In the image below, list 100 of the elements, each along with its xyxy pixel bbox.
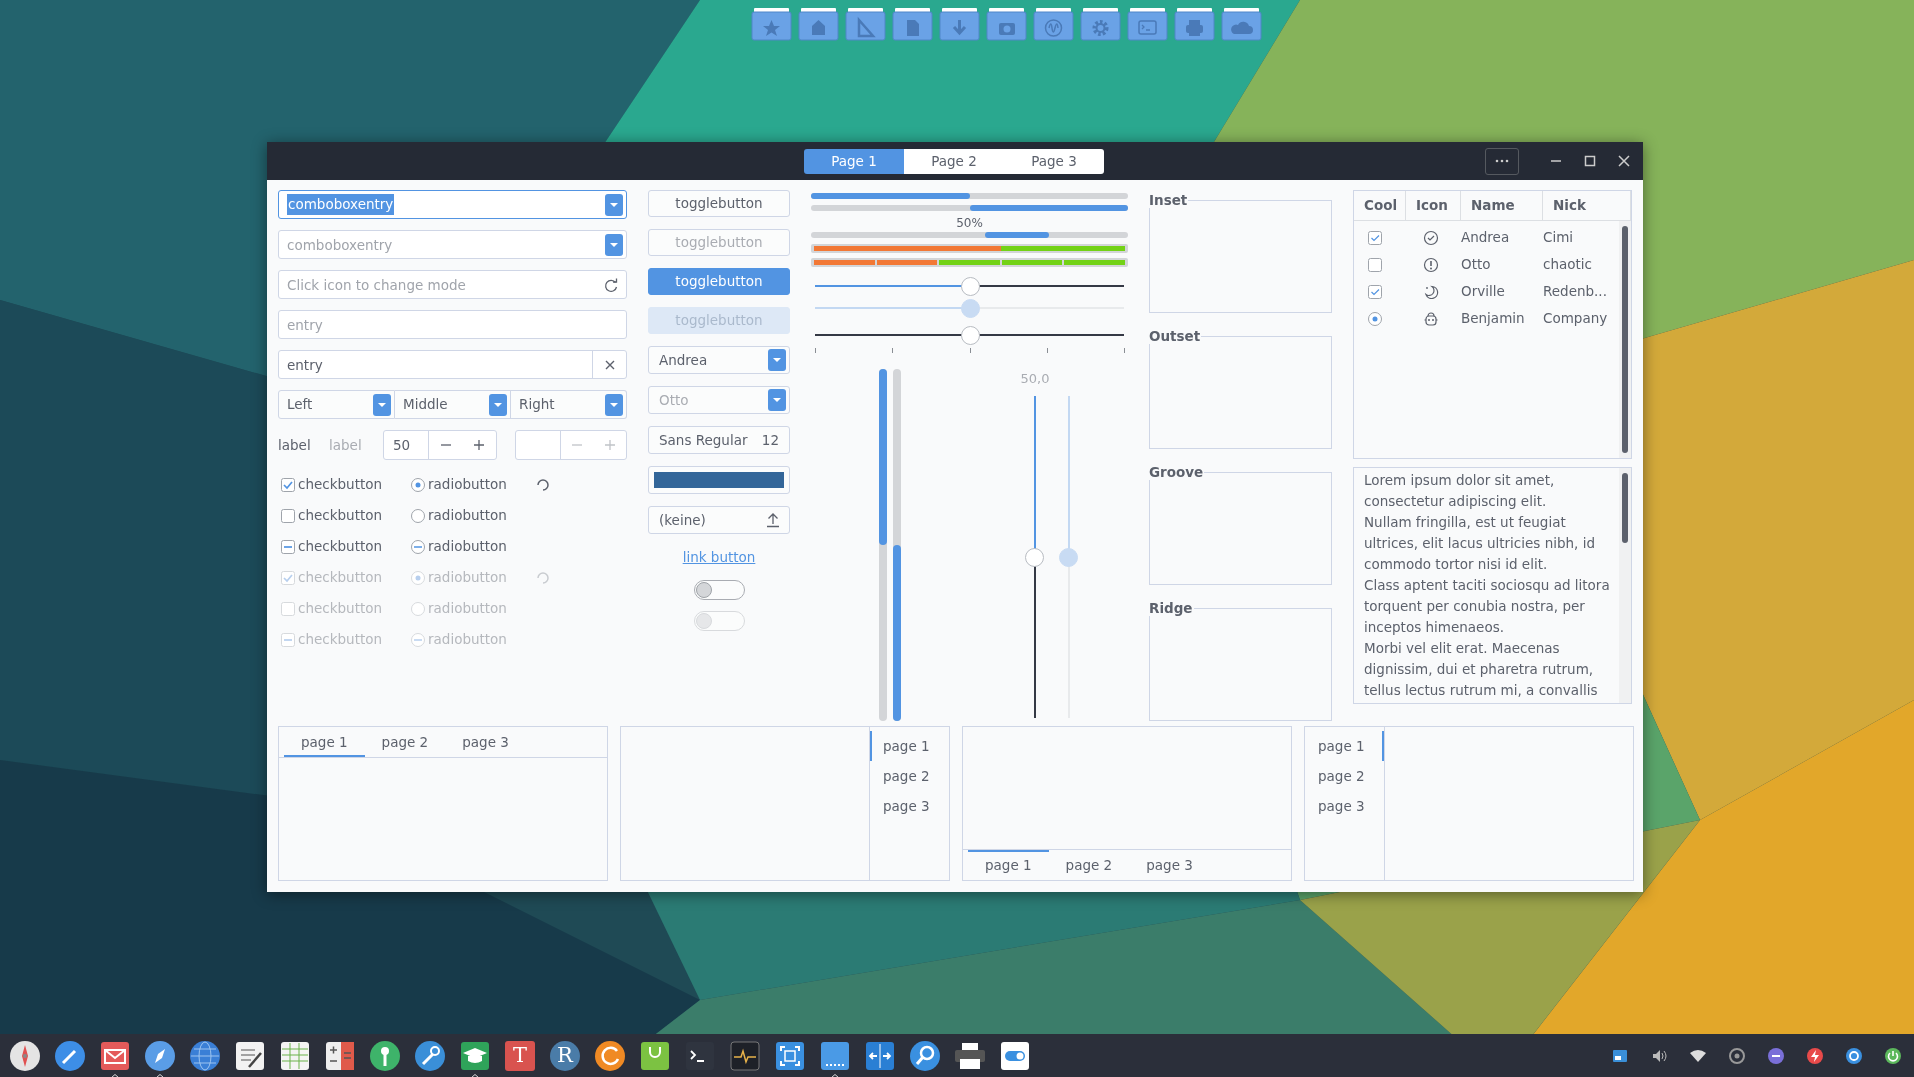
toggle-button[interactable]: togglebutton xyxy=(648,268,790,295)
home-folder-icon[interactable] xyxy=(798,7,839,41)
radio-button[interactable]: radiobutton xyxy=(408,500,537,531)
compass-icon[interactable] xyxy=(143,1038,177,1073)
toggle-button[interactable]: togglebutton xyxy=(648,190,790,217)
caret-icon xyxy=(610,202,618,207)
dropdown-button[interactable] xyxy=(768,349,786,371)
color-button[interactable] xyxy=(648,466,790,494)
combo-box[interactable]: Left xyxy=(278,390,395,419)
gear-folder-icon[interactable] xyxy=(1080,7,1121,41)
combo-box[interactable]: Middle xyxy=(395,390,511,419)
paragraph: Nullam fringilla, est ut feugiat ultrices, elit lacus ultricies nibh, id commodo tortor nisi id elit. xyxy=(1364,513,1596,574)
frame-label: Inset xyxy=(1149,192,1189,208)
slider[interactable] xyxy=(815,324,1124,356)
key-icon[interactable] xyxy=(368,1038,402,1073)
refresh-icon[interactable] xyxy=(593,1038,627,1073)
spin-button[interactable]: 50 xyxy=(383,430,497,460)
vertical-slider[interactable] xyxy=(1059,396,1079,718)
checkbox[interactable] xyxy=(1368,230,1382,245)
terminal-folder-icon[interactable] xyxy=(1127,7,1168,41)
checkbox[interactable]: checkbutton xyxy=(278,500,408,531)
switch[interactable] xyxy=(693,580,745,600)
minus-circle-icon[interactable] xyxy=(1767,1046,1785,1065)
app-launcher[interactable]: R xyxy=(550,1040,580,1071)
notebook-tab[interactable]: page 2 xyxy=(1305,761,1384,791)
scrollbar-thumb[interactable] xyxy=(1622,473,1628,543)
input-field[interactable]: entry xyxy=(279,351,592,378)
upload-icon xyxy=(765,512,781,528)
file-button[interactable]: (keine) xyxy=(648,506,790,534)
paragraph: Morbi vel elit erat. Maecenas dignissim, dui et pharetra rutrum, tellus lectus rutrum mi, a convallis xyxy=(1364,639,1599,700)
refresh-icon[interactable] xyxy=(603,276,619,293)
paragraph: Class aptent taciti sociosqu ad litora torquent per conubia nostra, per inceptos himenaeos. xyxy=(1364,576,1611,637)
checkbox[interactable] xyxy=(1368,284,1382,299)
checkbox[interactable] xyxy=(1368,257,1382,272)
name-cell-text: Orville xyxy=(1461,282,1506,302)
font-button[interactable]: Sans Regular 12 xyxy=(648,426,790,454)
star-folder-icon[interactable] xyxy=(751,7,792,41)
notebook-tab[interactable]: page 1 xyxy=(284,727,365,757)
dropdown-button[interactable] xyxy=(373,393,391,416)
notebook-tab[interactable]: page 1 xyxy=(968,850,1049,880)
notebook-tab[interactable]: page 2 xyxy=(1048,850,1130,880)
globe-icon[interactable] xyxy=(188,1038,222,1073)
checkbox[interactable]: checkbutton xyxy=(278,469,408,500)
nick-cell-text: chaotic xyxy=(1543,255,1593,275)
notebook-tab[interactable]: page 3 xyxy=(1305,791,1384,821)
search-icon[interactable] xyxy=(908,1038,942,1073)
caret-icon xyxy=(610,242,618,247)
compass-icon[interactable] xyxy=(8,1038,42,1073)
page-tab[interactable]: Page 1 xyxy=(804,148,904,174)
notebook-tab[interactable]: page 3 xyxy=(1129,850,1210,880)
circle-folder-icon[interactable] xyxy=(1033,7,1074,41)
lightning-icon[interactable] xyxy=(1806,1046,1824,1065)
caret-icon xyxy=(773,358,781,362)
slider[interactable] xyxy=(815,297,1124,319)
checkbox[interactable]: checkbutton xyxy=(278,531,408,562)
notebook-tab[interactable]: page 3 xyxy=(445,727,526,757)
notebook-tab[interactable]: page 1 xyxy=(1305,731,1384,761)
close-icon xyxy=(603,358,616,371)
sync-icon[interactable] xyxy=(1845,1046,1863,1065)
power-icon[interactable] xyxy=(1884,1046,1902,1065)
camera-folder-icon[interactable] xyxy=(986,7,1027,41)
exclamation-circle-icon xyxy=(1423,256,1439,273)
pen-icon[interactable] xyxy=(53,1038,87,1073)
vertical-slider[interactable] xyxy=(1025,396,1045,718)
radio-button[interactable]: radiobutton xyxy=(408,469,537,500)
combo-box[interactable]: Andrea xyxy=(648,346,790,374)
dropdown-button[interactable] xyxy=(605,233,623,256)
combo-box[interactable]: Right xyxy=(511,390,627,419)
page-tab[interactable]: Page 2 xyxy=(904,148,1004,174)
page-tab[interactable]: Page 3 xyxy=(1004,148,1104,174)
notebook-tab[interactable]: page 2 xyxy=(364,727,446,757)
combo-entry[interactable]: comboboxentry xyxy=(278,190,627,219)
wrench-icon[interactable] xyxy=(413,1038,447,1073)
moon-icon xyxy=(1423,283,1439,300)
notebook-tab[interactable]: page 3 xyxy=(870,791,949,821)
dropdown-button[interactable] xyxy=(605,193,623,216)
dropdown-button[interactable] xyxy=(605,393,623,416)
download-folder-icon[interactable] xyxy=(939,7,980,41)
slider[interactable] xyxy=(815,275,1124,297)
dropdown-button[interactable] xyxy=(489,393,507,416)
radio-button[interactable] xyxy=(1368,311,1382,326)
nick-cell-text: Cimi xyxy=(1543,228,1575,248)
notebook-tab[interactable]: page 2 xyxy=(870,761,949,791)
caret-icon xyxy=(610,402,618,407)
name-cell-text: Otto xyxy=(1461,255,1492,275)
spinner-icon xyxy=(537,571,549,584)
notebook-tab[interactable]: page 1 xyxy=(870,731,949,761)
document-folder-icon[interactable] xyxy=(892,7,933,41)
cloud-folder-icon[interactable] xyxy=(1221,7,1262,41)
radio-button[interactable]: radiobutton xyxy=(408,531,537,562)
scrollbar-thumb[interactable] xyxy=(1622,226,1628,453)
disc-icon[interactable] xyxy=(1728,1046,1746,1065)
input-field[interactable]: entry xyxy=(279,311,626,338)
printer-folder-icon[interactable] xyxy=(1174,7,1215,41)
app-launcher[interactable]: T xyxy=(505,1040,535,1071)
triangle-folder-icon[interactable] xyxy=(845,7,886,41)
caret-icon xyxy=(378,402,386,407)
activity-monitor-icon[interactable] xyxy=(728,1038,762,1073)
caret-icon xyxy=(773,398,781,402)
text-entry[interactable]: entry xyxy=(278,350,627,379)
